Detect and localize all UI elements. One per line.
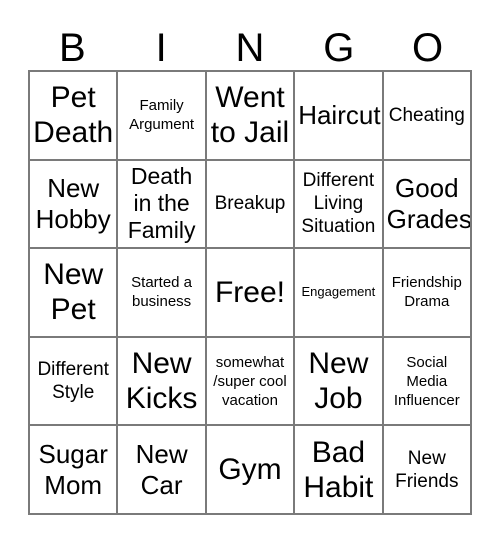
bingo-cell-label: Bad Habit	[303, 435, 374, 504]
bingo-cell-o3[interactable]: Friendship Drama	[383, 249, 472, 338]
bingo-cell-label: Engagement	[301, 284, 376, 300]
bingo-cell-label: New Hobby	[35, 172, 111, 234]
header-letter-g: G	[323, 26, 355, 70]
bingo-cell-o4[interactable]: Social Media Influencer	[383, 337, 472, 427]
bingo-cell-n5[interactable]: Gym	[206, 426, 296, 515]
bingo-cell-label: somewhat /super cool vacation	[213, 353, 287, 409]
bingo-cell-label: Free!	[214, 275, 285, 309]
bingo-cell-label: Different Living Situation	[301, 170, 376, 238]
bingo-grid: Pet Death Family Argument Went to Jail H…	[28, 70, 472, 515]
bingo-cell-o1[interactable]: Cheating	[383, 72, 472, 161]
header-letter-i: I	[155, 26, 167, 70]
bingo-cell-label: Gym	[218, 453, 282, 487]
bingo-cell-g3[interactable]: Engagement	[295, 249, 384, 338]
bingo-cell-label: New Car	[135, 438, 188, 500]
bingo-cell-label: Pet Death	[33, 81, 114, 150]
bingo-cell-o2[interactable]: Good Grades	[383, 160, 472, 250]
bingo-cell-label: Death in the Family	[127, 163, 196, 244]
bingo-cell-g5[interactable]: Bad Habit	[295, 426, 384, 515]
bingo-card: B I N G O Pet Death Family Argument Went…	[0, 0, 500, 544]
bingo-cell-i2[interactable]: Death in the Family	[118, 160, 207, 250]
bingo-cell-n1[interactable]: Went to Jail	[206, 72, 296, 161]
bingo-cell-label: Friendship Drama	[391, 274, 462, 311]
bingo-cell-o5[interactable]: New Friends	[383, 426, 472, 515]
bingo-cell-g1[interactable]: Haircut	[295, 72, 384, 161]
bingo-cell-label: Haircut	[298, 99, 381, 130]
bingo-cell-label: Breakup	[214, 193, 286, 215]
bingo-cell-free-space[interactable]: Free!	[206, 249, 296, 338]
bingo-cell-label: Sugar Mom	[38, 438, 108, 500]
bingo-cell-i5[interactable]: New Car	[118, 426, 207, 515]
bingo-cell-label: New Job	[308, 347, 369, 416]
bingo-cell-g2[interactable]: Different Living Situation	[295, 160, 384, 250]
header-letter-o: O	[412, 26, 444, 70]
bingo-cell-g4[interactable]: New Job	[295, 337, 384, 427]
bingo-cell-b5[interactable]: Sugar Mom	[30, 426, 119, 515]
bingo-cell-b2[interactable]: New Hobby	[30, 160, 119, 250]
bingo-cell-i1[interactable]: Family Argument	[118, 72, 207, 161]
bingo-cell-label: Social Media Influencer	[393, 353, 460, 409]
bingo-cell-label: Family Argument	[129, 97, 195, 134]
bingo-cell-b4[interactable]: Different Style	[30, 337, 119, 427]
bingo-cell-label: Went to Jail	[210, 81, 290, 150]
bingo-cell-i4[interactable]: New Kicks	[118, 337, 207, 427]
bingo-cell-label: Cheating	[388, 104, 465, 126]
bingo-cell-label: Good Grades	[386, 172, 472, 234]
bingo-cell-i3[interactable]: Started a business	[118, 249, 207, 338]
bingo-cell-b1[interactable]: Pet Death	[30, 72, 119, 161]
bingo-header-row: B I N G O	[28, 16, 472, 70]
bingo-cell-label: New Friends	[395, 447, 459, 492]
header-letter-n: N	[235, 26, 265, 70]
header-letter-b: B	[59, 26, 86, 70]
bingo-cell-b3[interactable]: New Pet	[30, 249, 119, 338]
bingo-cell-label: Different Style	[37, 359, 109, 404]
bingo-cell-label: Started a business	[131, 274, 193, 311]
bingo-cell-label: New Kicks	[125, 347, 198, 416]
bingo-cell-n4[interactable]: somewhat /super cool vacation	[206, 337, 296, 427]
bingo-cell-n2[interactable]: Breakup	[206, 160, 296, 250]
bingo-cell-label: New Pet	[43, 258, 104, 327]
